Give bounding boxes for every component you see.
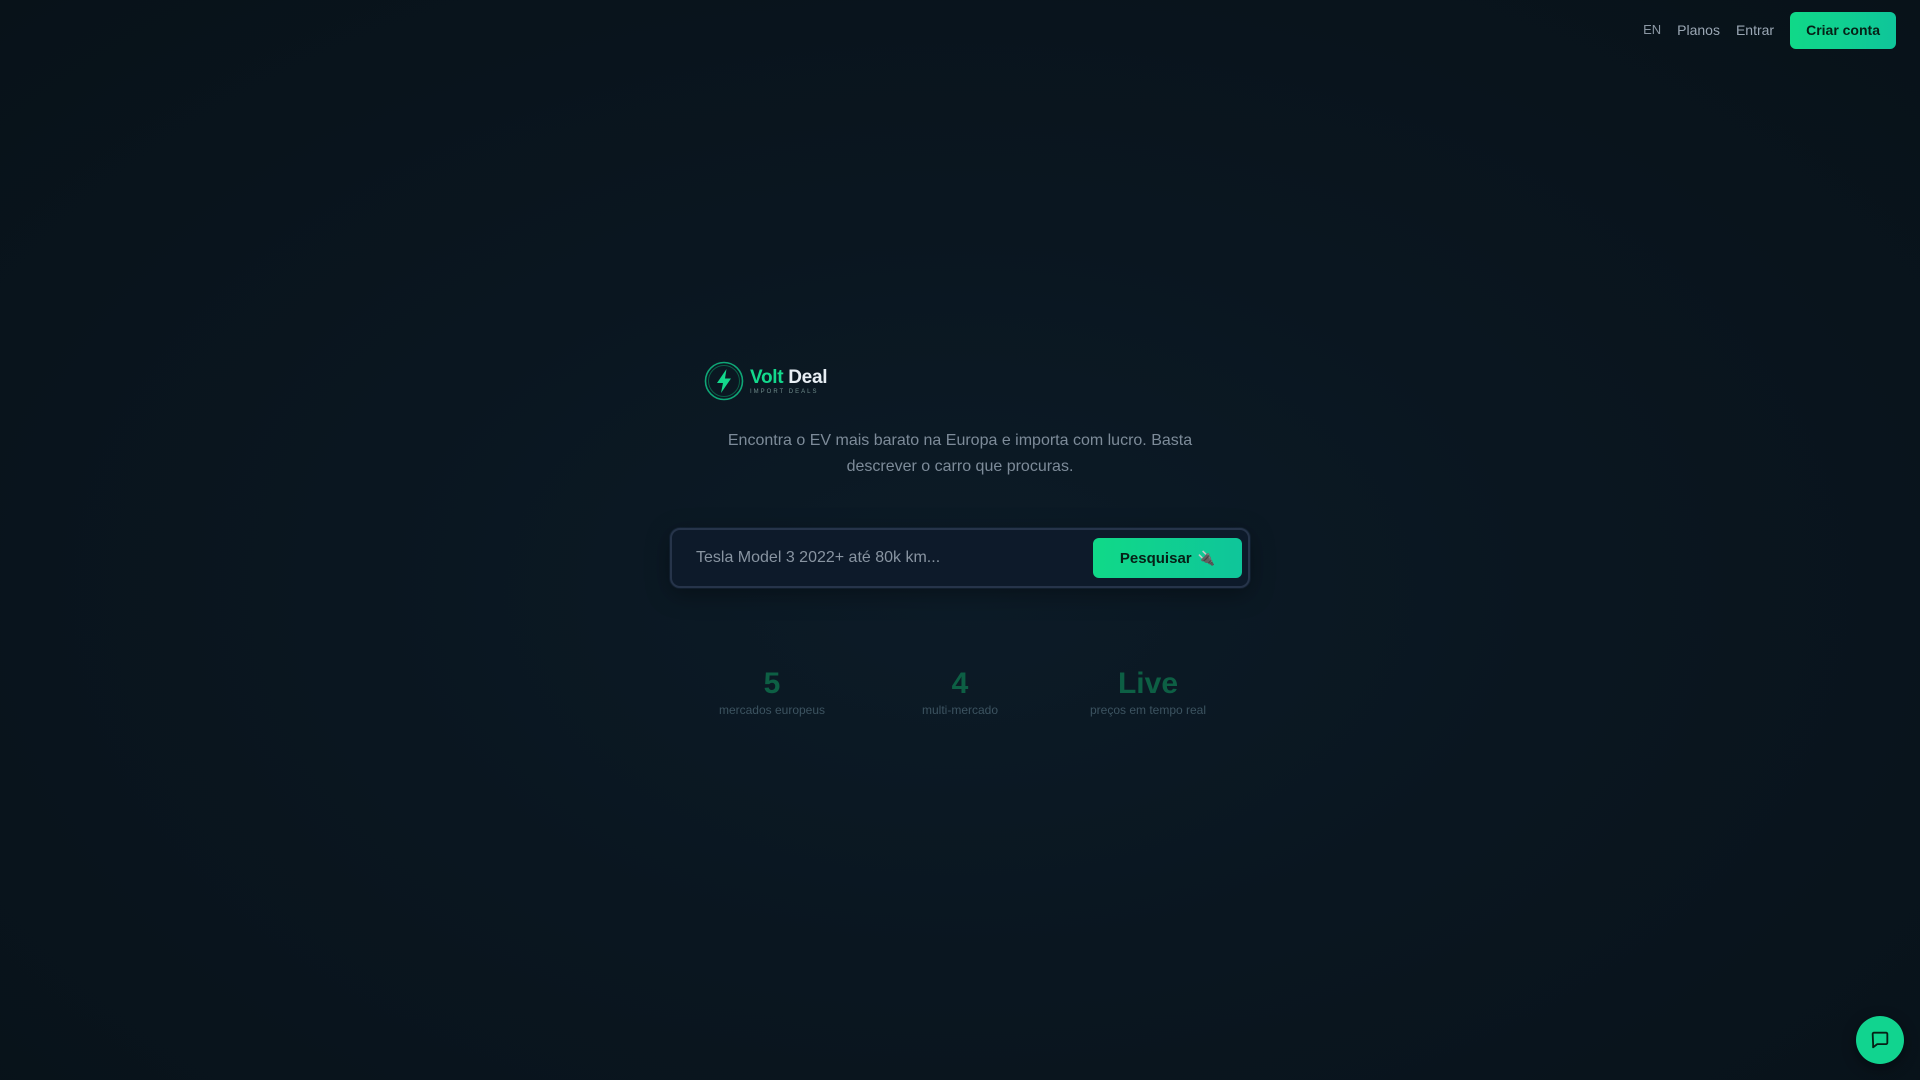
stat-label: multi-mercado [921, 703, 999, 717]
brand-tagline: IMPORT DEALS [750, 388, 819, 395]
chat-bubble-icon [1871, 1031, 1889, 1049]
search-input[interactable] [696, 538, 1093, 578]
stats-row: 5 mercados europeus 4 multi-mercado Live… [0, 667, 1920, 727]
stat-markets: 5 mercados europeus [692, 667, 852, 718]
search-button[interactable]: Pesquisar 🔌 [1093, 538, 1242, 578]
stat-label: mercados europeus [718, 703, 826, 717]
stat-value: Live [1117, 667, 1179, 700]
stat-live-prices: Live preços em tempo real [1068, 667, 1228, 718]
brand-name: Volt Deal [750, 366, 828, 389]
chat-button[interactable] [1856, 1016, 1904, 1064]
stat-multi-market: 4 multi-mercado [880, 667, 1040, 718]
brand-name-deal: Deal [788, 366, 828, 388]
hero-section: Volt Deal IMPORT DEALS Encontra o EV mai… [0, 0, 1920, 1080]
search-button-label: Pesquisar [1119, 549, 1192, 567]
plug-icon: 🔌 [1197, 549, 1216, 566]
stat-value: 5 [763, 667, 781, 700]
search-form: Pesquisar 🔌 [670, 528, 1250, 588]
brand-wordmark: Volt Deal IMPORT DEALS [750, 366, 828, 396]
stat-label: preços em tempo real [1089, 703, 1207, 717]
brand-logo: Volt Deal IMPORT DEALS [704, 361, 828, 401]
hero-subtitle: Encontra o EV mais barato na Europa e im… [727, 432, 1193, 475]
brand-name-volt: Volt [750, 366, 784, 388]
stat-value: 4 [951, 667, 969, 700]
lightning-bolt-icon [704, 361, 744, 401]
